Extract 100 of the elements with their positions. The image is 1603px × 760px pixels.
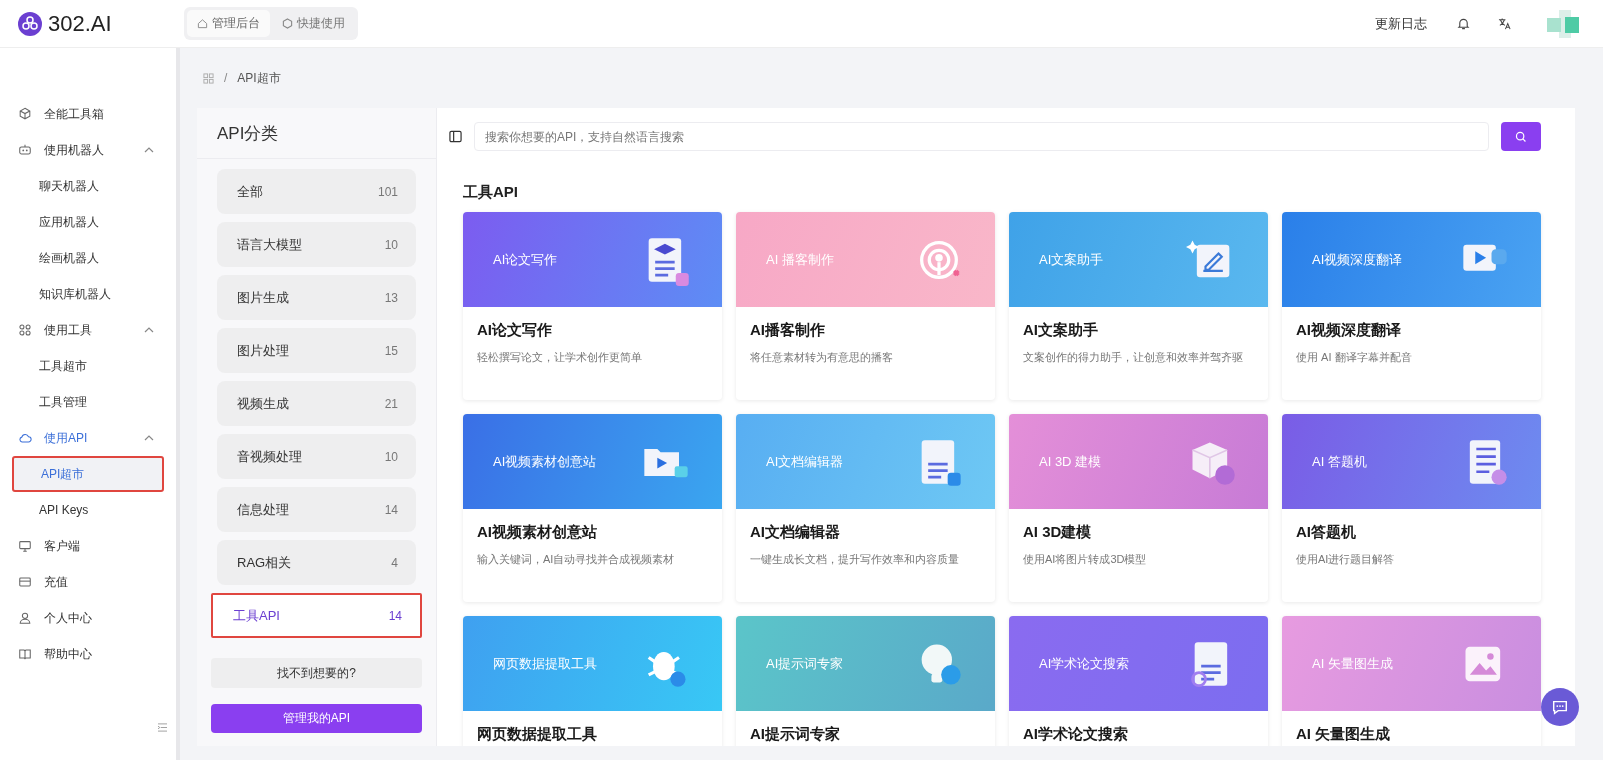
sidebar-subitem[interactable]: 绘画机器人	[12, 240, 164, 276]
api-card[interactable]: 网页数据提取工具 网页数据提取工具	[463, 616, 722, 746]
banner-text: AI 播客制作	[766, 250, 834, 269]
home-icon	[197, 18, 208, 29]
banner-text: AI学术论文搜索	[1039, 654, 1130, 673]
nav-tab[interactable]: 快捷使用	[272, 10, 355, 37]
sidebar-item[interactable]: 使用工具	[0, 312, 176, 348]
search-icon	[1515, 130, 1527, 143]
card-description: 一键生成长文档，提升写作效率和内容质量	[750, 552, 960, 567]
card-title: AI文档编辑器	[750, 523, 841, 542]
banner-text: AI视频素材创意站	[493, 452, 597, 471]
category-item[interactable]: 音视频处理 10	[217, 434, 416, 479]
banner-text: 网页数据提取工具	[493, 654, 597, 673]
banner-text: AI提示词专家	[766, 654, 844, 673]
card-title: 网页数据提取工具	[477, 725, 598, 744]
card-title: AI播客制作	[750, 321, 826, 340]
chevron-up-icon[interactable]	[144, 435, 154, 441]
translate-icon[interactable]	[1498, 17, 1511, 30]
card-title: AI视频素材创意站	[477, 523, 598, 542]
card-title: AI视频深度翻译	[1296, 321, 1402, 340]
card-title: AI学术论文搜索	[1023, 725, 1129, 744]
card-description: 使用AI进行题目解答	[1296, 552, 1396, 567]
api-card[interactable]: AI提示词专家 AI提示词专家	[736, 616, 995, 746]
banner-text: AI文档编辑器	[766, 452, 844, 471]
book-icon	[18, 647, 32, 661]
chevron-up-icon[interactable]	[144, 147, 154, 153]
api-card[interactable]: AI 矢量图生成 AI 矢量图生成	[1282, 616, 1541, 746]
grid-icon	[18, 323, 32, 337]
category-item[interactable]: 视频生成 21	[217, 381, 416, 426]
category-item[interactable]: 全部 101	[217, 169, 416, 214]
sidebar-subitem[interactable]: 应用机器人	[12, 204, 164, 240]
api-card[interactable]: AI 播客制作 AI播客制作 将任意素材转为有意思的播客	[736, 212, 995, 400]
collapse-icon[interactable]	[157, 723, 168, 732]
api-card[interactable]: AI论文写作 AI论文写作 轻松撰写论文，让学术创作更简单	[463, 212, 722, 400]
sidebar-item[interactable]: 帮助中心	[0, 636, 176, 672]
api-card[interactable]: AI 答题机 AI答题机 使用AI进行题目解答	[1282, 414, 1541, 602]
api-card[interactable]: AI视频素材创意站 AI视频素材创意站 输入关键词，AI自动寻找并合成视频素材	[463, 414, 722, 602]
user-icon	[18, 611, 32, 625]
sidebar-item[interactable]: 使用API	[0, 420, 176, 456]
sidebar-toggle-icon[interactable]	[449, 130, 462, 143]
card-description: 文案创作的得力助手，让创意和效率并驾齐驱	[1023, 350, 1244, 365]
search-button[interactable]	[1501, 122, 1541, 151]
card-title: AI提示词专家	[750, 725, 841, 744]
api-card[interactable]: AI视频深度翻译 AI视频深度翻译 使用 AI 翻译字幕并配音	[1282, 212, 1541, 400]
card-description: 将任意素材转为有意思的播客	[750, 350, 894, 365]
category-item[interactable]: 图片生成 13	[217, 275, 416, 320]
category-item[interactable]: 信息处理 14	[217, 487, 416, 532]
nav-tab[interactable]: 管理后台	[187, 10, 270, 37]
section-title: 工具API	[463, 183, 519, 202]
category-item[interactable]: RAG相关 4	[217, 540, 416, 585]
cloud-icon	[18, 431, 32, 445]
banner-text: AI 3D 建模	[1039, 452, 1102, 471]
not-found-button[interactable]: 找不到想要的?	[211, 658, 422, 688]
api-card[interactable]: AI 3D 建模 AI 3D建模 使用AI将图片转成3D模型	[1009, 414, 1268, 602]
sidebar-item[interactable]: 客户端	[0, 528, 176, 564]
sidebar-item[interactable]: 个人中心	[0, 600, 176, 636]
sidebar-subitem[interactable]: 知识库机器人	[12, 276, 164, 312]
category-item[interactable]: 工具API 14	[211, 593, 422, 638]
manage-api-button[interactable]: 管理我的API	[211, 704, 422, 733]
banner-text: AI论文写作	[493, 250, 558, 269]
card-title: AI论文写作	[477, 321, 553, 340]
api-card[interactable]: AI文档编辑器 AI文档编辑器 一键生成长文档，提升写作效率和内容质量	[736, 414, 995, 602]
sidebar-subitem[interactable]: 聊天机器人	[12, 168, 164, 204]
card-title: AI答题机	[1296, 523, 1357, 542]
sidebar-subitem[interactable]: 工具管理	[12, 384, 164, 420]
banner-text: AI视频深度翻译	[1312, 250, 1403, 269]
breadcrumb-item[interactable]: API超市	[237, 69, 281, 87]
sidebar-subitem[interactable]: API超市	[12, 456, 164, 492]
monitor-icon	[18, 539, 32, 553]
category-item[interactable]: 语言大模型 10	[217, 222, 416, 267]
card-description: 轻松撰写论文，让学术创作更简单	[477, 350, 643, 365]
card-title: AI文案助手	[1023, 321, 1099, 340]
card-icon	[18, 575, 32, 589]
card-description: 使用AI将图片转成3D模型	[1023, 552, 1148, 567]
changelog-link[interactable]: 更新日志	[1369, 13, 1433, 34]
bell-icon[interactable]	[1457, 17, 1470, 30]
grid-icon[interactable]	[203, 72, 214, 84]
logo-icon	[18, 11, 42, 36]
sidebar-subitem[interactable]: 工具超市	[12, 348, 164, 384]
card-description: 输入关键词，AI自动寻找并合成视频素材	[477, 552, 676, 567]
chevron-up-icon[interactable]	[144, 327, 154, 333]
api-card[interactable]: AI文案助手 AI文案助手 文案创作的得力助手，让创意和效率并驾齐驱	[1009, 212, 1268, 400]
sidebar-item[interactable]: 使用机器人	[0, 132, 176, 168]
search-field[interactable]: 搜索你想要的API，支持自然语言搜索	[474, 122, 1489, 151]
sidebar-subitem[interactable]: API Keys	[12, 492, 164, 528]
robot-icon	[18, 143, 32, 157]
banner-text: AI文案助手	[1039, 250, 1104, 269]
panel-title: API分类	[217, 122, 279, 145]
api-card[interactable]: AI学术论文搜索 AI学术论文搜索	[1009, 616, 1268, 746]
breadcrumb-separator: /	[224, 71, 228, 85]
banner-text: AI 答题机	[1312, 452, 1367, 471]
card-title: AI 3D建模	[1023, 523, 1093, 542]
sidebar-item[interactable]: 全能工具箱	[0, 96, 176, 132]
chat-icon	[1551, 698, 1569, 716]
card-title: AI 矢量图生成	[1296, 725, 1392, 744]
logo-text: 302.AI	[48, 10, 112, 37]
sidebar-item[interactable]: 充值	[0, 564, 176, 600]
card-description: 使用 AI 翻译字幕并配音	[1296, 350, 1413, 365]
banner-text: AI 矢量图生成	[1312, 654, 1393, 673]
category-item[interactable]: 图片处理 15	[217, 328, 416, 373]
